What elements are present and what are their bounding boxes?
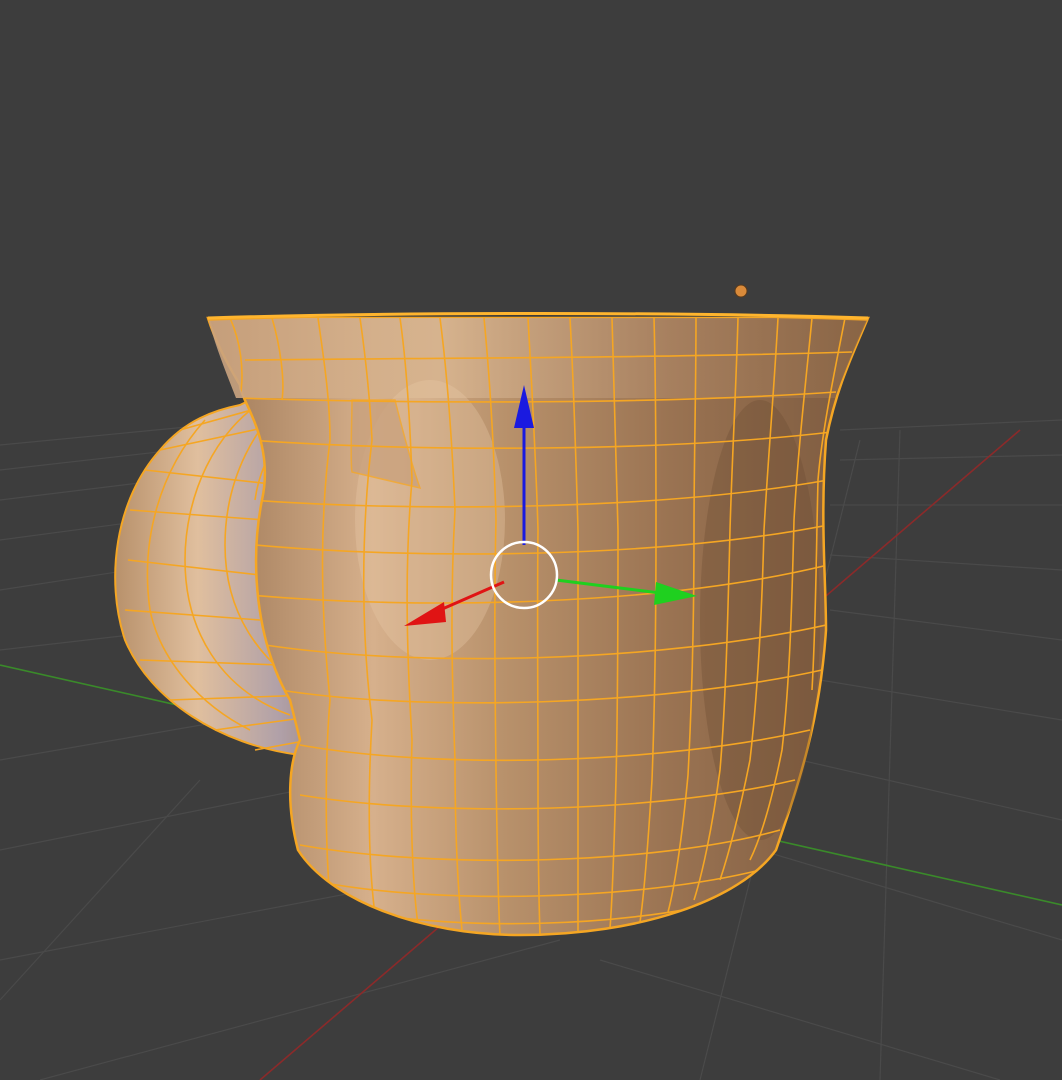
lamp-icon[interactable] xyxy=(734,284,748,298)
mug-body[interactable] xyxy=(206,315,870,937)
viewport-canvas[interactable] xyxy=(0,0,1062,1080)
3d-viewport[interactable] xyxy=(0,0,1062,1080)
